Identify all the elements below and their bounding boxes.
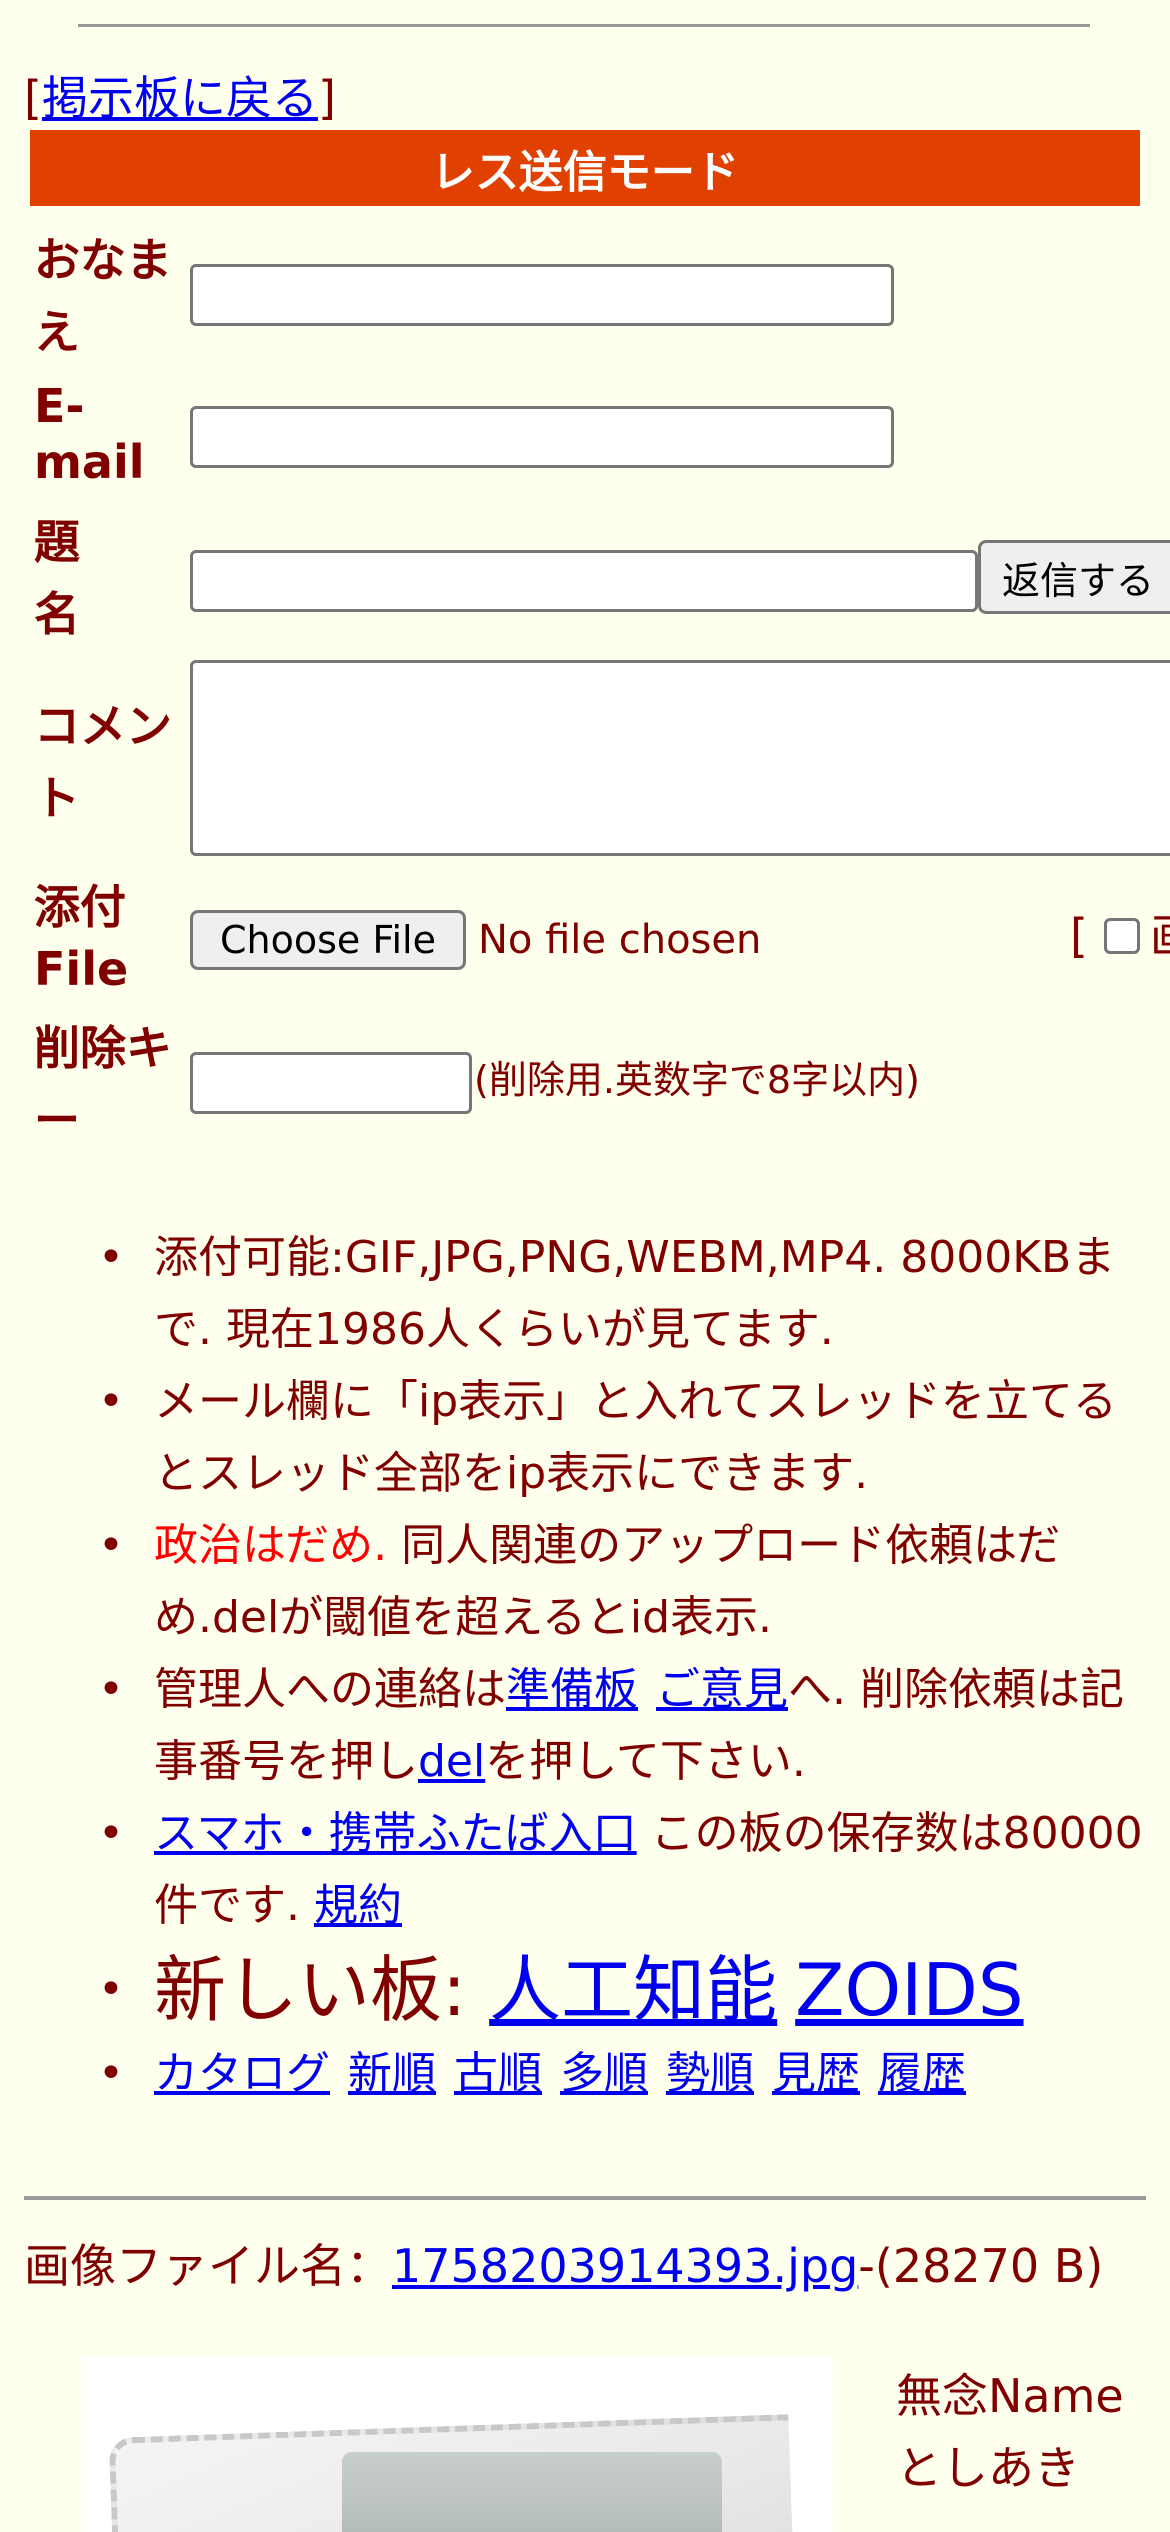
- rule-ip: メール欄に「ip表示」と入れてスレッドを立てるとスレッド全部をip表示にできます…: [90, 1366, 1150, 1510]
- email-input[interactable]: [190, 406, 894, 468]
- rule-contact: 管理人への連絡は準備板ご意見へ. 削除依頼は記事番号を押しdelを押して下さい.: [90, 1654, 1150, 1798]
- draw-bracket: [: [1070, 909, 1088, 963]
- post-thumbnail[interactable]: [82, 2356, 834, 2532]
- draw-label: 画: [1150, 908, 1170, 964]
- comment-textarea[interactable]: [190, 660, 1170, 856]
- name-label-line2: え: [34, 305, 80, 359]
- subject-label-line1: 題: [34, 515, 80, 569]
- comment-label-line1: コメン: [34, 699, 172, 753]
- email-label-line2: mail: [34, 435, 145, 489]
- name-label-line1: おなま: [34, 233, 172, 287]
- subject-label-line2: 名: [34, 587, 80, 641]
- delete-key-input[interactable]: [190, 1052, 472, 1114]
- rule-contact-text-3: を押して下さい.: [485, 1736, 806, 1787]
- board-rules-list: 添付可能:GIF,JPG,PNG,WEBM,MP4. 8000KBまで. 現在1…: [90, 1222, 1150, 2110]
- mobile-entrance-link[interactable]: スマホ・携帯ふたば入口: [154, 1808, 637, 1859]
- poster-name: としあき: [896, 2441, 1080, 2495]
- zoids-board-link[interactable]: ZOIDS: [795, 1948, 1023, 2032]
- rule-politics-warning: 政治はだめ.: [154, 1520, 388, 1571]
- sort-new-link[interactable]: 新順: [348, 2048, 436, 2099]
- bracket-open: [: [24, 71, 42, 125]
- file-prefix: 画像ファイル名：: [24, 2239, 392, 2293]
- thread-divider: [24, 2196, 1146, 2200]
- post-header: 無念Name としあき: [896, 2360, 1124, 2504]
- email-label: E- mail: [34, 378, 145, 490]
- attach-label-line2: File: [34, 942, 129, 996]
- delete-key-hint: (削除用.英数字で8字以内): [474, 1058, 920, 1102]
- image-file-link[interactable]: 1758203914393.jpg: [392, 2239, 858, 2293]
- comment-label-line2: ト: [34, 771, 80, 825]
- terms-link[interactable]: 規約: [314, 1880, 402, 1931]
- rule-ip-text: メール欄に「ip表示」と入れてスレッドを立てるとスレッド全部をip表示にできます…: [154, 1376, 1117, 1499]
- reply-mode-header: レス送信モード: [30, 130, 1140, 206]
- attach-label-line1: 添付: [34, 880, 126, 934]
- back-nav: [掲示板に戻る]: [24, 62, 336, 128]
- delete-key-label: 削除キ ー: [34, 1012, 172, 1156]
- rule-attach: 添付可能:GIF,JPG,PNG,WEBM,MP4. 8000KBまで. 現在1…: [90, 1222, 1150, 1366]
- bracket-close: ]: [317, 71, 336, 125]
- delete-key-label-line2: ー: [34, 1093, 80, 1147]
- sort-old-link[interactable]: 古順: [454, 2048, 542, 2099]
- name-input[interactable]: [190, 264, 894, 326]
- subject-input[interactable]: [190, 550, 978, 612]
- attach-label: 添付 File: [34, 876, 128, 1000]
- top-divider: [78, 24, 1090, 27]
- submit-reply-button[interactable]: 返信する: [978, 540, 1170, 614]
- sort-momentum-link[interactable]: 勢順: [666, 2048, 754, 2099]
- choose-file-button[interactable]: Choose File: [190, 910, 466, 970]
- ai-board-link[interactable]: 人工知能: [489, 1948, 777, 2032]
- catalog-link[interactable]: カタログ: [154, 2048, 330, 2099]
- email-label-line1: E-: [34, 379, 85, 433]
- comment-label: コメン ト: [34, 690, 172, 834]
- file-size: -(28270 B): [858, 2239, 1104, 2293]
- no-file-text: No file chosen: [478, 917, 762, 963]
- rule-new-boards: 新しい板: 人工知能ZOIDS: [90, 1942, 1150, 2038]
- sort-many-link[interactable]: 多順: [560, 2048, 648, 2099]
- prep-board-link[interactable]: 準備板: [506, 1664, 638, 1715]
- del-link[interactable]: del: [418, 1736, 485, 1787]
- thumbnail-detail: [342, 2452, 722, 2532]
- viewed-history-link[interactable]: 見歴: [772, 2048, 860, 2099]
- rule-contact-text: 管理人への連絡は: [154, 1664, 506, 1715]
- delete-key-label-line1: 削除キ: [34, 1021, 172, 1075]
- draw-checkbox[interactable]: [1104, 918, 1140, 954]
- post-subject: 無念Name: [896, 2369, 1124, 2423]
- back-to-board-link[interactable]: 掲示板に戻る: [42, 71, 318, 125]
- rule-politics: 政治はだめ. 同人関連のアップロード依頼はだめ.delが閾値を超えるとid表示.: [90, 1510, 1150, 1654]
- rule-attach-text: 添付可能:GIF,JPG,PNG,WEBM,MP4. 8000KBまで. 現在1…: [154, 1232, 1116, 1355]
- image-file-line: 画像ファイル名：1758203914393.jpg-(28270 B): [24, 2236, 1134, 2296]
- rule-sort-links: カタログ新順古順多順勢順見歴履歴: [90, 2038, 1150, 2110]
- post-history-link[interactable]: 履歴: [878, 2048, 966, 2099]
- new-boards-text: 新しい板:: [154, 1948, 490, 2032]
- rule-mobile: スマホ・携帯ふたば入口 この板の保存数は80000件です. 規約: [90, 1798, 1150, 1942]
- feedback-link[interactable]: ご意見: [656, 1664, 788, 1715]
- subject-label: 題 名: [34, 506, 80, 650]
- name-label: おなま え: [34, 224, 172, 368]
